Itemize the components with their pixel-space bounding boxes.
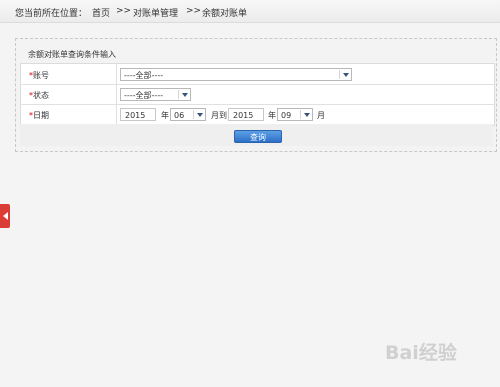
chevron-down-icon[interactable]	[178, 90, 189, 99]
panel-title: 余额对账单查询条件输入	[28, 50, 116, 59]
account-select[interactable]: ----全部----	[120, 68, 352, 81]
breadcrumb-separator: >>	[186, 6, 202, 16]
month-unit: 月	[317, 111, 325, 120]
breadcrumb-statement-management[interactable]: 对账单管理	[133, 6, 178, 19]
row-divider	[21, 104, 494, 105]
top-breadcrumb-bar: 您当前所在位置： 首页 >> 对账单管理 >> 余额对账单	[0, 0, 500, 23]
chevron-down-icon[interactable]	[300, 110, 311, 119]
status-select[interactable]: ----全部----	[120, 88, 191, 101]
start-month-select[interactable]: 06	[170, 108, 206, 121]
row-divider	[21, 84, 494, 85]
year-unit: 年	[268, 111, 276, 120]
date-label: *日期	[29, 111, 49, 120]
account-label: *账号	[29, 71, 49, 80]
breadcrumb-home[interactable]: 首页	[92, 6, 110, 19]
chevron-down-icon[interactable]	[339, 70, 350, 79]
query-button[interactable]: 查询	[234, 130, 282, 143]
start-year-input[interactable]: 2015	[120, 108, 156, 121]
end-month-select[interactable]: 09	[277, 108, 313, 121]
status-label: *状态	[29, 91, 49, 100]
breadcrumb-label: 您当前所在位置：	[15, 9, 88, 19]
breadcrumb-separator: >>	[116, 6, 132, 16]
year-unit: 年	[161, 111, 169, 120]
chevron-left-icon[interactable]	[0, 204, 10, 228]
end-year-input[interactable]: 2015	[228, 108, 264, 121]
breadcrumb-balance-statement: 余额对账单	[202, 9, 248, 19]
watermark: Bai经验	[385, 342, 457, 364]
query-form: *账号 ----全部---- *状态 ----全部---- *日期 2015 年…	[20, 63, 495, 126]
column-divider	[116, 64, 117, 125]
month-to-text: 月到	[211, 111, 227, 120]
chevron-down-icon[interactable]	[193, 110, 204, 119]
